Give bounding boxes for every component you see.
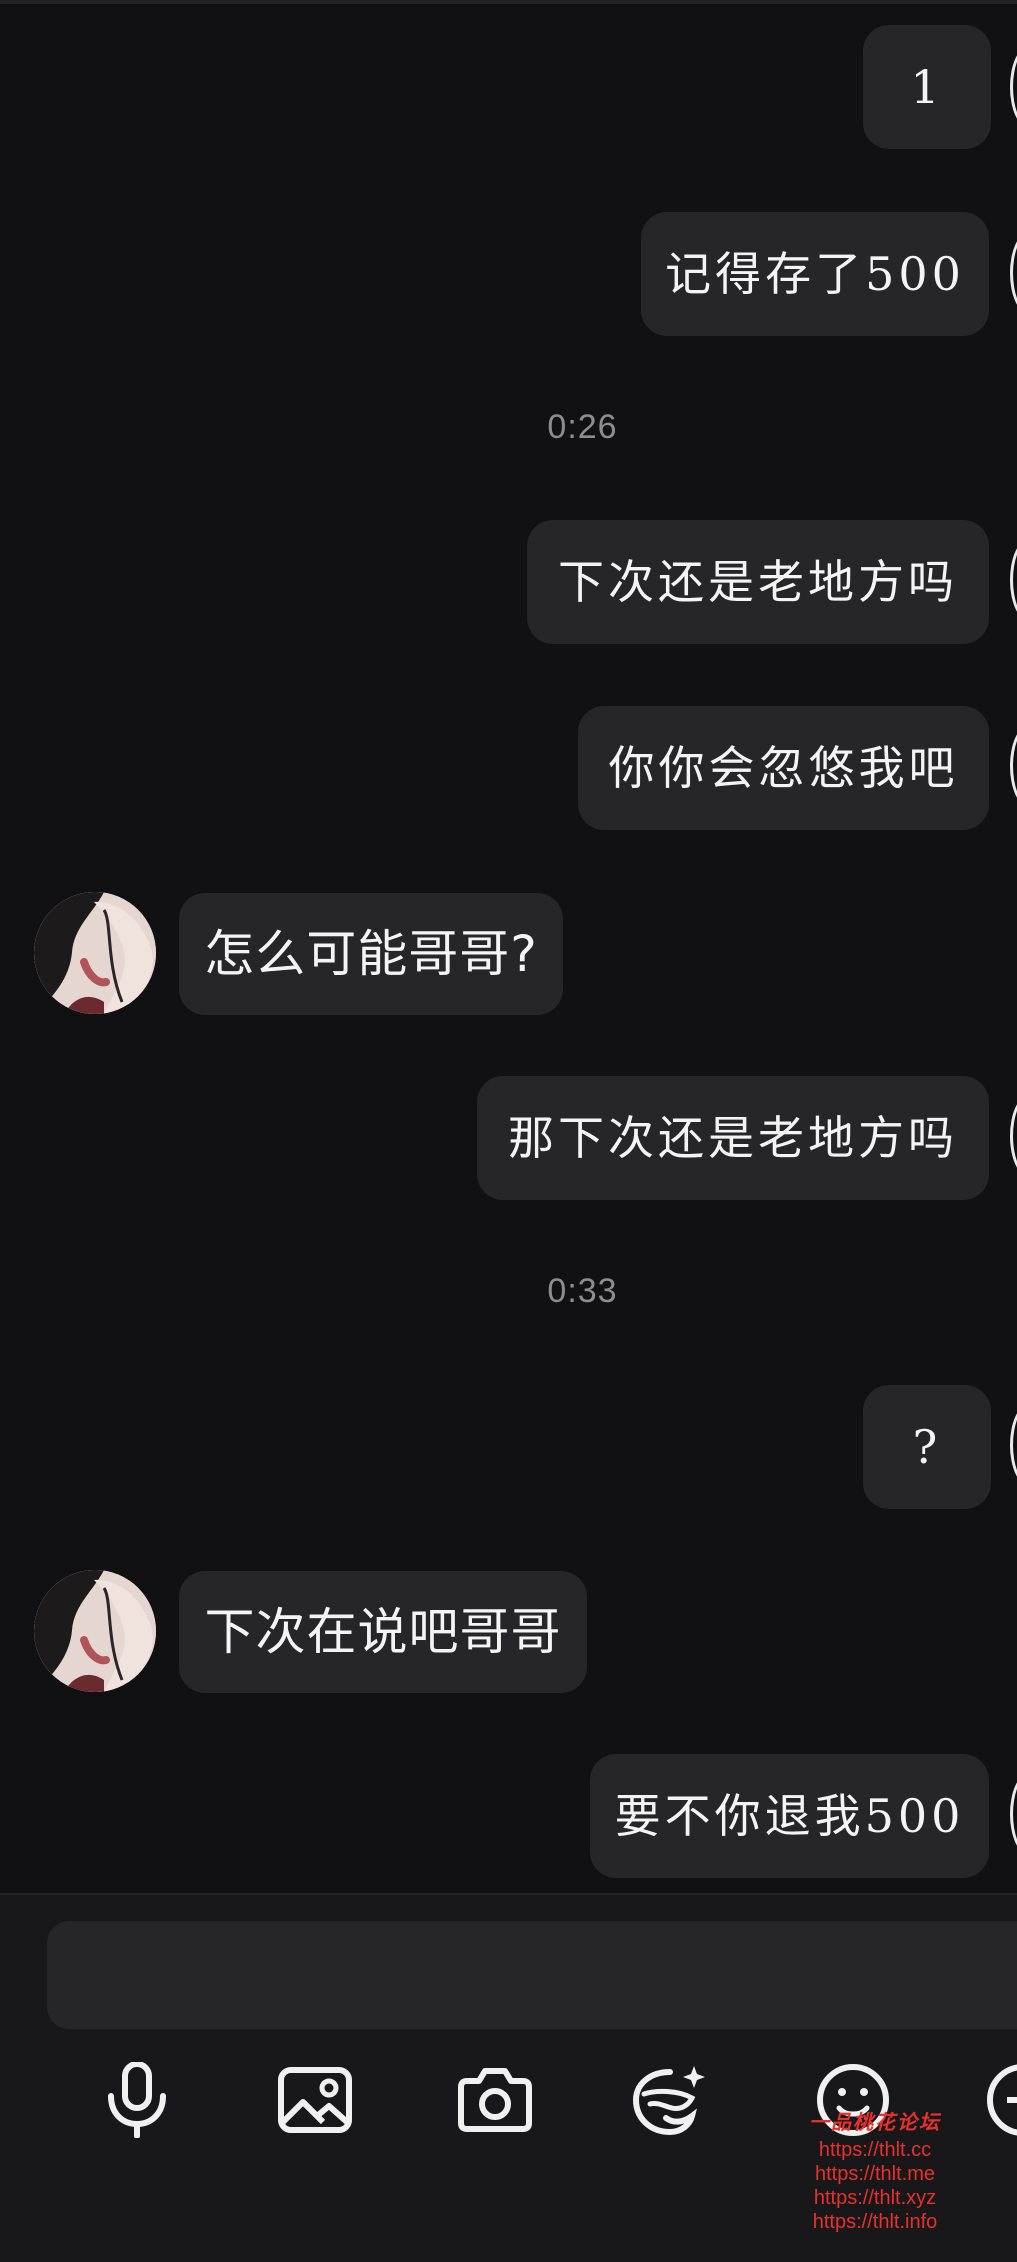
sticker-icon[interactable] <box>625 2055 715 2145</box>
self-avatar[interactable] <box>1010 726 1017 806</box>
chat-history[interactable]: 1 记得存了500 0:26 下次还是老地方吗 你你会忽悠我吧 怎么可能哥哥? … <box>0 0 1017 1893</box>
timestamp: 0:33 <box>547 1272 618 1310</box>
self-avatar[interactable] <box>1010 1405 1017 1485</box>
image-icon[interactable] <box>270 2055 360 2145</box>
self-avatar[interactable] <box>1010 1774 1017 1854</box>
watermark-url: https://thlt.xyz <box>813 2187 937 2209</box>
incoming-message-bubble[interactable]: 下次在说吧哥哥 <box>179 1571 587 1693</box>
outgoing-message-bubble[interactable]: 要不你退我500 <box>590 1754 989 1878</box>
watermark-url: https://thlt.cc <box>818 2139 932 2161</box>
message-input[interactable] <box>47 1921 1017 2029</box>
watermark: 一品桃花论坛 https://thlt.cc https://thlt.me h… <box>790 2110 960 2234</box>
plus-icon[interactable] <box>985 2055 1017 2145</box>
self-avatar[interactable] <box>1010 540 1017 620</box>
outgoing-message-bubble[interactable]: ? <box>863 1385 991 1509</box>
contact-avatar[interactable] <box>34 892 156 1014</box>
self-avatar[interactable] <box>1010 233 1017 313</box>
outgoing-message-bubble[interactable]: 下次还是老地方吗 <box>527 520 989 644</box>
outgoing-message-bubble[interactable]: 记得存了500 <box>641 212 989 336</box>
watermark-url: https://thlt.info <box>812 2211 938 2233</box>
timestamp: 0:26 <box>547 408 618 446</box>
camera-icon[interactable] <box>450 2055 540 2145</box>
watermark-title: 一品桃花论坛 <box>809 2110 941 2134</box>
self-avatar[interactable] <box>1010 1096 1017 1176</box>
contact-avatar[interactable] <box>34 1570 156 1692</box>
outgoing-message-bubble[interactable]: 1 <box>863 25 991 149</box>
self-avatar[interactable] <box>1010 47 1017 127</box>
outgoing-message-bubble[interactable]: 那下次还是老地方吗 <box>477 1076 989 1200</box>
incoming-message-bubble[interactable]: 怎么可能哥哥? <box>179 893 563 1015</box>
microphone-icon[interactable] <box>92 2055 182 2145</box>
outgoing-message-bubble[interactable]: 你你会忽悠我吧 <box>578 706 989 830</box>
watermark-url: https://thlt.me <box>814 2163 936 2185</box>
